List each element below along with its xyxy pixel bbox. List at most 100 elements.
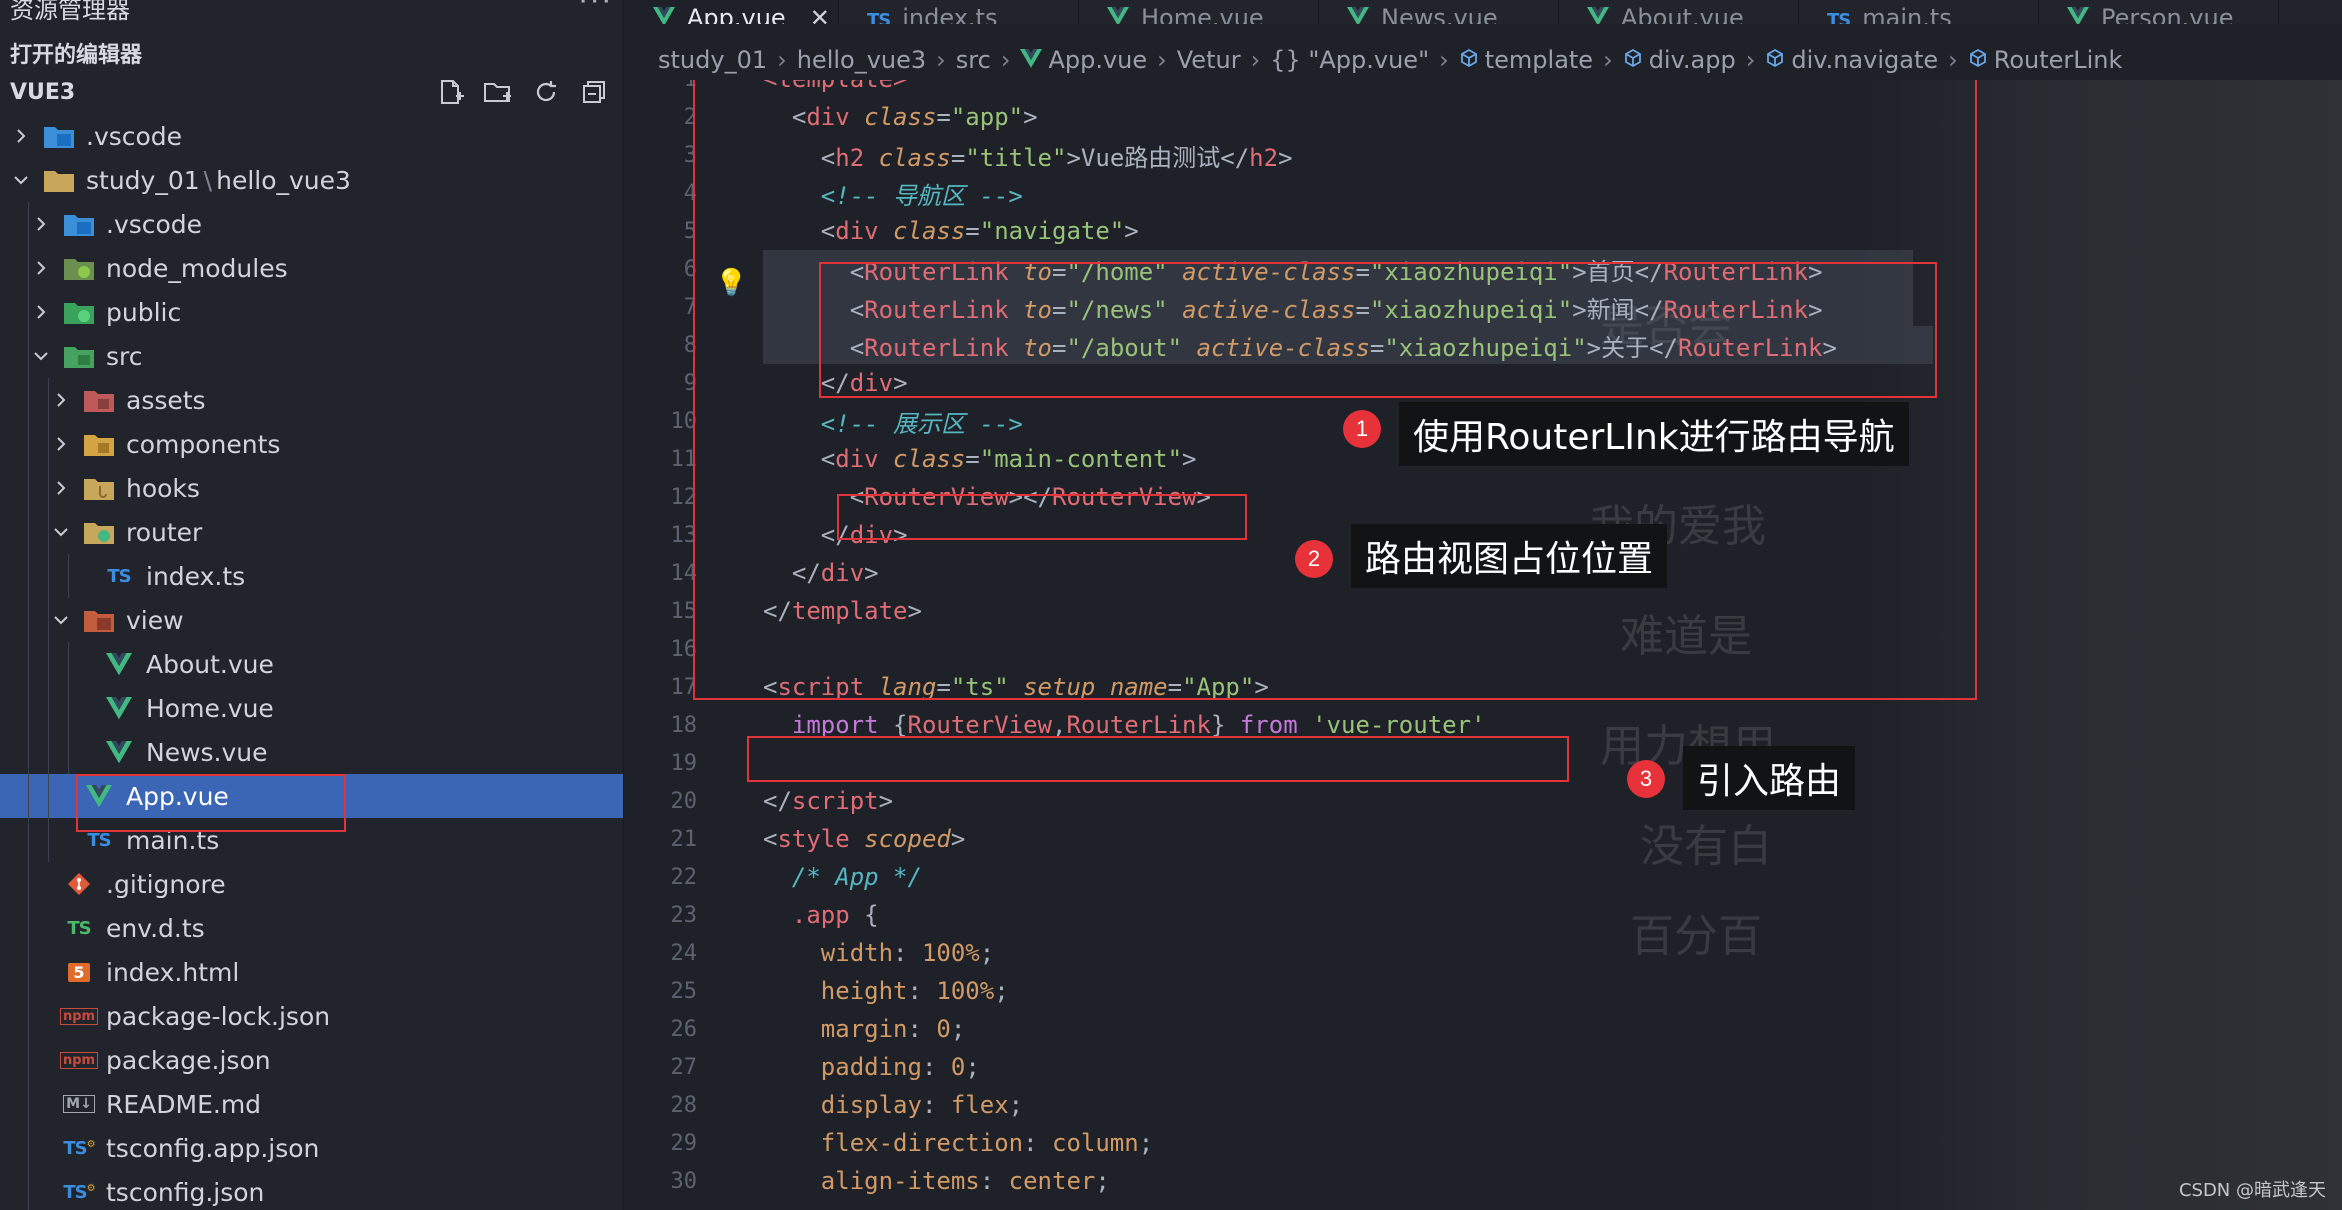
markdown-file-icon: M↓	[62, 1089, 96, 1119]
tab-main-ts[interactable]: TS main.ts	[1799, 0, 2039, 24]
tree-item-index-html[interactable]: 5 index.html	[0, 950, 623, 994]
code-line[interactable]: 25 height: 100%;	[625, 972, 2342, 1010]
breadcrumb-item[interactable]: template	[1485, 46, 1593, 74]
breadcrumb-item[interactable]: App.vue	[1048, 46, 1147, 74]
breadcrumb-item[interactable]: div.navigate	[1791, 46, 1938, 74]
routerlink-highlight-box	[819, 262, 1937, 398]
tree-item-router[interactable]: router	[0, 510, 623, 554]
tree-item-index-ts[interactable]: TS index.ts	[0, 554, 623, 598]
indent-guide	[28, 378, 29, 422]
chevron-right-icon[interactable]	[50, 479, 72, 497]
code-line[interactable]: 22 /* App */	[625, 858, 2342, 896]
tree-item-label: README.md	[106, 1089, 262, 1119]
chevron-right-icon[interactable]	[30, 259, 52, 277]
tree-item-public[interactable]: public	[0, 290, 623, 334]
line-number: 22	[670, 864, 698, 890]
chevron-right-icon[interactable]	[30, 215, 52, 233]
line-number: 20	[670, 788, 698, 814]
tree-item-home-vue[interactable]: Home.vue	[0, 686, 623, 730]
code-line[interactable]: 23 .app {	[625, 896, 2342, 934]
tab-app-vue[interactable]: App.vue ✕	[625, 0, 839, 24]
new-file-icon[interactable]	[435, 77, 465, 107]
tab-index-ts[interactable]: TS index.ts	[839, 0, 1079, 24]
chevron-right-icon: ›	[777, 46, 787, 74]
project-header[interactable]: VUE3	[0, 70, 623, 114]
tsconfig-file-icon: TS⚙	[63, 1181, 95, 1203]
tree-item-assets[interactable]: assets	[0, 378, 623, 422]
code-token: >	[950, 825, 966, 853]
tree-item-gitignore[interactable]: .gitignore	[0, 862, 623, 906]
tree-item-vscode[interactable]: .vscode	[0, 202, 623, 246]
assets-folder-icon	[82, 385, 116, 415]
tree-item-readme-md[interactable]: M↓ README.md	[0, 1082, 623, 1126]
chevron-down-icon[interactable]	[10, 171, 32, 189]
code-text: padding: 0;	[763, 1053, 980, 1081]
element-cube-icon	[1623, 46, 1643, 74]
breadcrumb-item[interactable]: hello_vue3	[797, 46, 926, 74]
line-number: 23	[670, 902, 698, 928]
tab-person-vue[interactable]: Person.vue	[2039, 0, 2279, 24]
new-folder-icon[interactable]	[483, 77, 513, 107]
collapse-all-icon[interactable]	[579, 77, 609, 107]
open-editors-section[interactable]: 打开的编辑器	[0, 36, 623, 70]
chevron-right-icon[interactable]	[10, 127, 32, 145]
tree-item-tsconfig-app-json[interactable]: TS⚙ tsconfig.app.json	[0, 1126, 623, 1170]
code-line[interactable]: 28 display: flex;	[625, 1086, 2342, 1124]
tree-item-view[interactable]: view	[0, 598, 623, 642]
chevron-right-icon: ›	[1157, 46, 1167, 74]
code-line[interactable]: 24 width: 100%;	[625, 934, 2342, 972]
annotation-badge-3: 3	[1627, 760, 1665, 798]
breadcrumb-item[interactable]: div.app	[1649, 46, 1736, 74]
tree-item-about-vue[interactable]: About.vue	[0, 642, 623, 686]
code-line[interactable]: 29 flex-direction: column;	[625, 1124, 2342, 1162]
annotation-callout-1: 使用RouterLInk进行路由导航	[1399, 402, 1909, 466]
code-line[interactable]: 30 align-items: center;	[625, 1162, 2342, 1200]
code-line[interactable]: 26 margin: 0;	[625, 1010, 2342, 1048]
tree-item-news-vue[interactable]: News.vue	[0, 730, 623, 774]
tree-item-package-lock-json[interactable]: npm package-lock.json	[0, 994, 623, 1038]
breadcrumb-item[interactable]: {} "App.vue"	[1270, 46, 1429, 74]
breadcrumb-item[interactable]: RouterLink	[1994, 46, 2123, 74]
refresh-icon[interactable]	[531, 77, 561, 107]
indent-guide	[48, 774, 49, 818]
tree-item-study-01[interactable]: study_01 \ hello_vue3	[0, 158, 623, 202]
chevron-right-icon[interactable]	[50, 435, 72, 453]
indent-guide	[48, 510, 49, 554]
code-editor[interactable]: 是否会真爱在我的爱我难道是用力想用没有白百分百 1<template>2 <di…	[625, 80, 2342, 1210]
tab-news-vue[interactable]: News.vue	[1319, 0, 1559, 24]
chevron-right-icon[interactable]	[50, 391, 72, 409]
line-number: 18	[670, 712, 698, 738]
code-token: .app	[763, 901, 865, 929]
code-line[interactable]: 21 <style scoped>	[625, 820, 2342, 858]
tree-item-components[interactable]: components	[0, 422, 623, 466]
code-line[interactable]: 20 </script>	[625, 782, 2342, 820]
tree-item-hooks[interactable]: hooks	[0, 466, 623, 510]
code-token: :	[907, 1015, 937, 1043]
tab-home-vue[interactable]: Home.vue	[1079, 0, 1319, 24]
breadcrumb-item[interactable]: src	[956, 46, 991, 74]
more-actions-icon[interactable]: ···	[578, 0, 613, 19]
tree-item-package-json[interactable]: npm package.json	[0, 1038, 623, 1082]
line-number: 29	[670, 1130, 698, 1156]
tree-item-vscode[interactable]: .vscode	[0, 114, 623, 158]
chevron-down-icon[interactable]	[50, 611, 72, 629]
indent-guide	[48, 378, 49, 422]
tree-item-tsconfig-json[interactable]: TS⚙ tsconfig.json	[0, 1170, 623, 1210]
line-number: 27	[670, 1054, 698, 1080]
breadcrumb-item[interactable]: Vetur	[1177, 46, 1241, 74]
chevron-down-icon[interactable]	[30, 347, 52, 365]
close-icon[interactable]: ✕	[810, 4, 830, 24]
tab-about-vue[interactable]: About.vue	[1559, 0, 1799, 24]
code-token: margin	[763, 1015, 908, 1043]
tree-item-env-d-ts[interactable]: TS env.d.ts	[0, 906, 623, 950]
tree-item-node-modules[interactable]: node_modules	[0, 246, 623, 290]
tab-label: About.vue	[1621, 4, 1744, 24]
chevron-right-icon[interactable]	[30, 303, 52, 321]
chevron-down-icon[interactable]	[50, 523, 72, 541]
indent-guide	[28, 598, 29, 642]
code-line[interactable]: 27 padding: 0;	[625, 1048, 2342, 1086]
selected-file-highlight-box	[76, 774, 346, 832]
indent-guide	[28, 1082, 29, 1126]
tree-item-src[interactable]: src	[0, 334, 623, 378]
breadcrumb-item[interactable]: study_01	[658, 46, 767, 74]
